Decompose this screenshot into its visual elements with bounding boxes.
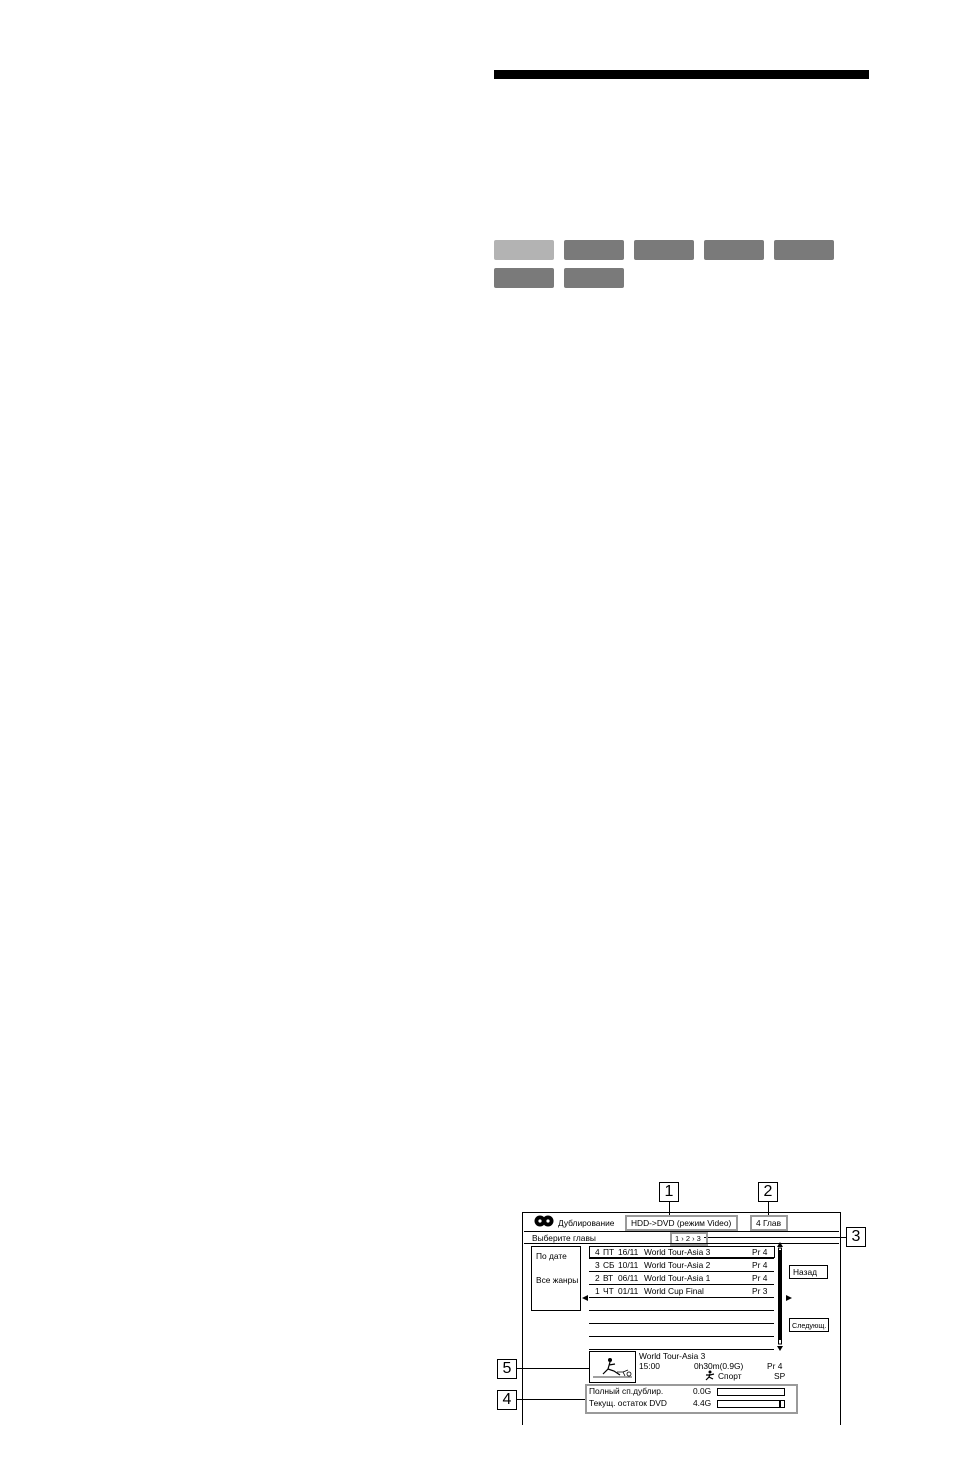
info-time: 15:00 xyxy=(639,1361,660,1371)
callout-2: 2 xyxy=(758,1182,778,1202)
row-divider xyxy=(589,1258,774,1259)
row-2-num: 3 xyxy=(595,1260,600,1270)
row-2-title[interactable]: World Tour-Asia 2 xyxy=(644,1260,710,1270)
dvd-remaining-bar-fill xyxy=(718,1401,781,1407)
next-button-label: Следующ. xyxy=(792,1321,827,1330)
total-dub-bar xyxy=(717,1388,785,1396)
screen-title: Дублирование xyxy=(558,1218,615,1228)
row-1-num: 4 xyxy=(595,1247,600,1257)
dvd-remaining-bar xyxy=(717,1400,785,1408)
subtitle-divider xyxy=(524,1243,839,1244)
info-title: World Tour-Asia 3 xyxy=(639,1351,706,1361)
row-2-day: СБ xyxy=(603,1260,615,1270)
row-3-pr: Pr 4 xyxy=(752,1273,768,1283)
row-2-pr: Pr 4 xyxy=(752,1260,768,1270)
info-channel: Pr 4 xyxy=(767,1361,783,1371)
empty-row-line xyxy=(589,1323,774,1324)
select-chapters-label: Выберите главы xyxy=(532,1233,596,1243)
format-tag-7 xyxy=(564,268,624,288)
empty-row-line xyxy=(589,1336,774,1337)
total-dub-value: 0.0G xyxy=(693,1386,712,1396)
row-3-date: 06/11 xyxy=(618,1273,639,1283)
row-1-pr: Pr 4 xyxy=(752,1247,768,1257)
all-genres[interactable]: Все жанры xyxy=(536,1275,578,1285)
sort-panel: По дате Все жанры xyxy=(531,1246,581,1311)
callout-5: 5 xyxy=(497,1359,517,1379)
info-quality: SP xyxy=(774,1371,786,1381)
count-box: 4 Глав xyxy=(750,1215,788,1231)
row-1-title[interactable]: World Tour-Asia 3 xyxy=(644,1247,710,1257)
row-3-day: ВТ xyxy=(603,1273,614,1283)
row-4-num: 1 xyxy=(595,1286,600,1296)
row-divider xyxy=(589,1284,774,1285)
row-2-date: 10/11 xyxy=(618,1260,639,1270)
next-button[interactable]: Следующ. xyxy=(789,1318,829,1332)
total-dub-label: Полный сп.дублир. xyxy=(589,1386,664,1396)
format-tag-4 xyxy=(704,240,764,260)
genre-sport-icon xyxy=(705,1370,715,1381)
thumbnail xyxy=(589,1351,636,1383)
format-tag-hdd xyxy=(494,240,554,260)
count-text: 4 Глав xyxy=(756,1218,782,1228)
dvd-remaining-value: 4.4G xyxy=(693,1398,712,1408)
row-1-day: ПТ xyxy=(603,1247,615,1257)
row-3-title[interactable]: World Tour-Asia 1 xyxy=(644,1273,710,1283)
format-tag-2 xyxy=(564,240,624,260)
empty-row-line xyxy=(589,1349,774,1350)
row-4-title[interactable]: World Cup Final xyxy=(644,1286,704,1296)
mode-text: HDD->DVD (режим Video) xyxy=(631,1218,732,1228)
row-divider xyxy=(589,1297,774,1298)
callout-3: 3 xyxy=(846,1227,866,1247)
row-4-date: 01/11 xyxy=(618,1286,639,1296)
format-tag-3 xyxy=(634,240,694,260)
disc-icon xyxy=(534,1215,554,1227)
arrow-left-icon[interactable] xyxy=(581,1293,589,1303)
back-button-label: Назад xyxy=(793,1267,817,1277)
back-button[interactable]: Назад xyxy=(789,1265,828,1279)
mode-box: HDD->DVD (режим Video) xyxy=(625,1215,738,1231)
dvd-remaining-label: Текущ. остаток DVD xyxy=(589,1398,667,1408)
sort-by-date[interactable]: По дате xyxy=(536,1251,567,1261)
dubbing-screen: Дублирование HDD->DVD (режим Video) 4 Гл… xyxy=(522,1212,841,1426)
info-duration: 0h30m(0.9G) xyxy=(694,1361,744,1371)
row-divider xyxy=(589,1271,774,1272)
row-3-num: 2 xyxy=(595,1273,600,1283)
row-4-pr: Pr 3 xyxy=(752,1286,768,1296)
row-1-date: 16/11 xyxy=(618,1247,639,1257)
scrollbar[interactable] xyxy=(775,1242,785,1352)
thumbnail-image xyxy=(593,1358,632,1378)
callout-1: 1 xyxy=(659,1182,679,1202)
row-4-day: ЧТ xyxy=(603,1286,614,1296)
arrow-right-icon[interactable] xyxy=(785,1293,793,1303)
info-genre: Спорт xyxy=(718,1371,742,1381)
format-tag-6 xyxy=(494,268,554,288)
format-tag-5 xyxy=(774,240,834,260)
section-rule xyxy=(494,70,869,79)
callout-4: 4 xyxy=(497,1390,517,1410)
empty-row-line xyxy=(589,1310,774,1311)
